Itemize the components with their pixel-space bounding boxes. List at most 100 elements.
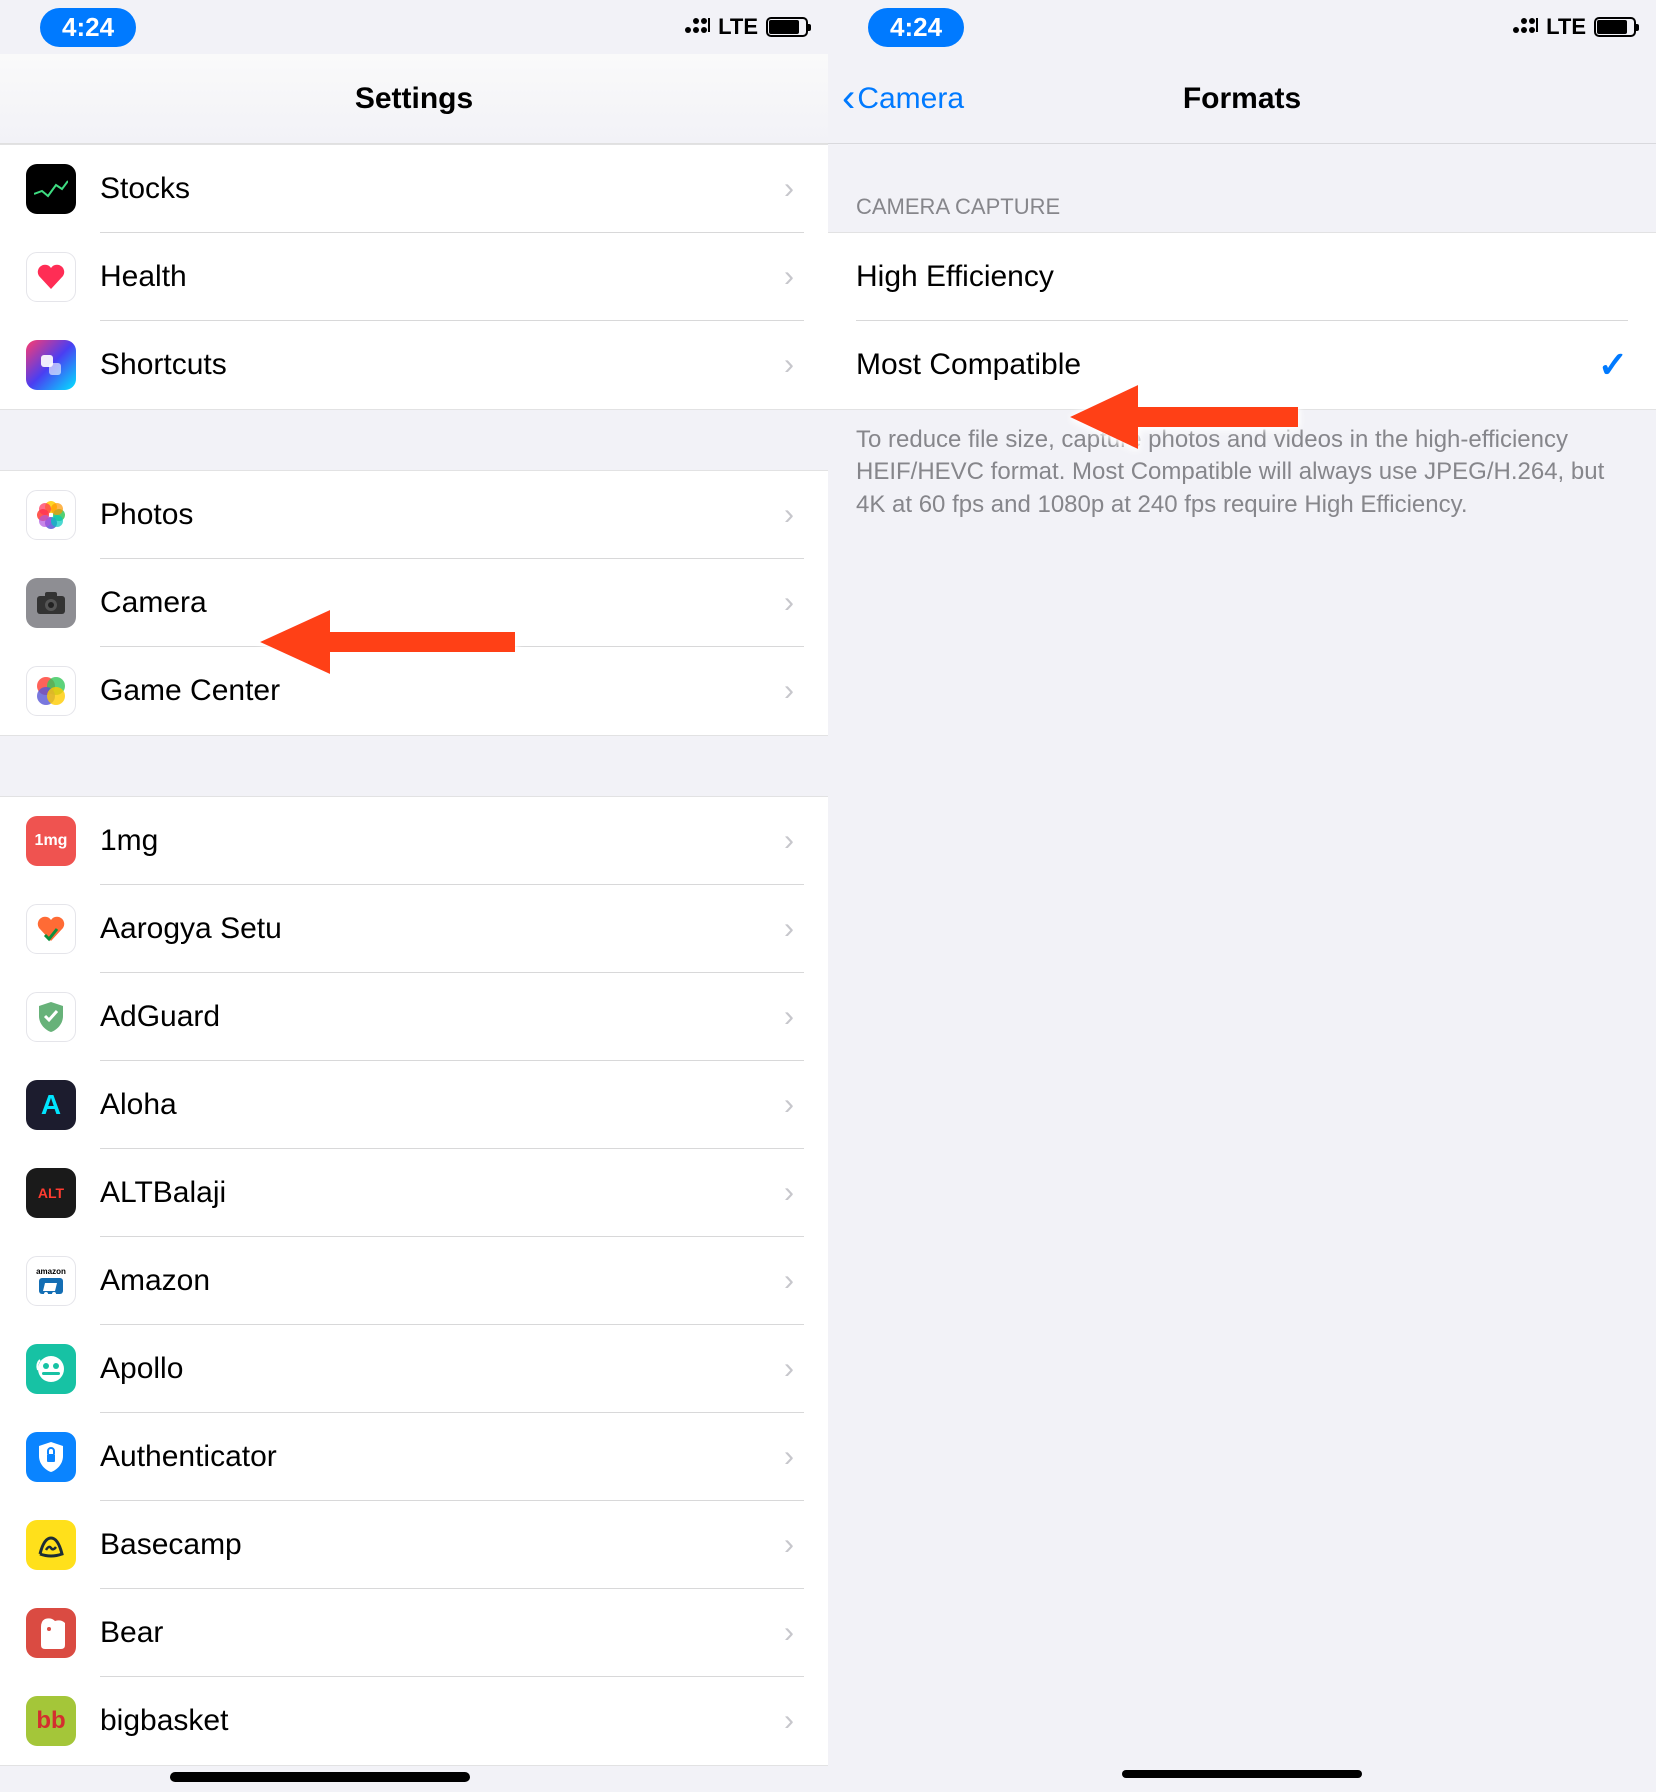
section-header-camera-capture: CAMERA CAPTURE: [828, 144, 1656, 232]
row-label: AdGuard: [100, 1000, 784, 1034]
settings-group-media: Photos › Camera › Gam: [0, 470, 828, 736]
chevron-right-icon: ›: [784, 498, 794, 532]
settings-row-health[interactable]: Health ›: [0, 233, 828, 321]
row-label: 1mg: [100, 824, 784, 858]
app-icon-apollo: [26, 1344, 76, 1394]
home-indicator[interactable]: [1122, 1770, 1362, 1778]
settings-row-altbalaji[interactable]: ALT ALTBalaji ›: [0, 1149, 828, 1237]
status-bar: 4:24 LTE: [828, 0, 1656, 54]
home-indicator: [170, 1772, 470, 1782]
signal-icon: [684, 14, 710, 40]
status-time: 4:24: [868, 8, 964, 47]
nav-bar: ‹ Camera Formats: [828, 54, 1656, 144]
settings-row-1mg[interactable]: 1mg 1mg ›: [0, 797, 828, 885]
settings-row-bigbasket[interactable]: bb bigbasket ›: [0, 1677, 828, 1765]
app-icon-altbalaji: ALT: [26, 1168, 76, 1218]
app-icon-bear: [26, 1608, 76, 1658]
chevron-right-icon: ›: [784, 912, 794, 946]
back-label: Camera: [857, 82, 964, 116]
settings-row-stocks[interactable]: Stocks ›: [0, 145, 828, 233]
photos-icon: [26, 490, 76, 540]
app-icon-authenticator: [26, 1432, 76, 1482]
chevron-right-icon: ›: [784, 1088, 794, 1122]
chevron-right-icon: ›: [784, 1704, 794, 1738]
app-icon-basecamp: [26, 1520, 76, 1570]
status-bar: 4:24 LTE: [0, 0, 828, 54]
settings-row-authenticator[interactable]: Authenticator ›: [0, 1413, 828, 1501]
chevron-right-icon: ›: [784, 260, 794, 294]
chevron-right-icon: ›: [784, 824, 794, 858]
settings-row-apollo[interactable]: Apollo ›: [0, 1325, 828, 1413]
settings-row-camera[interactable]: Camera ›: [0, 559, 828, 647]
back-button[interactable]: ‹ Camera: [828, 76, 964, 121]
signal-icon: [1512, 14, 1538, 40]
app-icon-aloha: A: [26, 1080, 76, 1130]
row-label: Aarogya Setu: [100, 912, 784, 946]
chevron-left-icon: ‹: [842, 76, 855, 121]
svg-text:amazon: amazon: [36, 1267, 66, 1276]
chevron-right-icon: ›: [784, 1352, 794, 1386]
status-time: 4:24: [40, 8, 136, 47]
app-icon-bigbasket: bb: [26, 1696, 76, 1746]
nav-bar: Settings: [0, 54, 828, 144]
row-label: Aloha: [100, 1088, 784, 1122]
chevron-right-icon: ›: [784, 1616, 794, 1650]
check-icon: ✓: [1598, 344, 1628, 386]
chevron-right-icon: ›: [784, 1440, 794, 1474]
option-high-efficiency[interactable]: High Efficiency: [828, 233, 1656, 321]
row-label: bigbasket: [100, 1704, 784, 1738]
chevron-right-icon: ›: [784, 674, 794, 708]
row-label: ALTBalaji: [100, 1176, 784, 1210]
row-label: Stocks: [100, 172, 784, 206]
chevron-right-icon: ›: [784, 348, 794, 382]
settings-row-shortcuts[interactable]: Shortcuts ›: [0, 321, 828, 409]
chevron-right-icon: ›: [784, 586, 794, 620]
settings-row-amazon[interactable]: amazon Amazon ›: [0, 1237, 828, 1325]
stocks-icon: [26, 164, 76, 214]
row-label: Apollo: [100, 1352, 784, 1386]
carrier-label: LTE: [1546, 14, 1586, 40]
chevron-right-icon: ›: [784, 1000, 794, 1034]
status-indicators: LTE: [684, 14, 808, 40]
health-icon: [26, 252, 76, 302]
page-title: Settings: [0, 82, 828, 116]
row-label: Basecamp: [100, 1528, 784, 1562]
battery-icon: [766, 17, 808, 37]
camera-icon: [26, 578, 76, 628]
settings-row-adguard[interactable]: AdGuard ›: [0, 973, 828, 1061]
settings-row-basecamp[interactable]: Basecamp ›: [0, 1501, 828, 1589]
settings-row-aloha[interactable]: A Aloha ›: [0, 1061, 828, 1149]
game-center-icon: [26, 666, 76, 716]
row-label: Health: [100, 260, 784, 294]
row-label: Amazon: [100, 1264, 784, 1298]
chevron-right-icon: ›: [784, 172, 794, 206]
settings-group-system: Stocks › Health › Shortcuts ›: [0, 144, 828, 410]
settings-group-apps: 1mg 1mg › Aarogya Setu › AdGuard ›: [0, 796, 828, 1766]
option-label: Most Compatible: [856, 348, 1598, 382]
camera-capture-options: High Efficiency Most Compatible ✓: [828, 232, 1656, 410]
row-label: Bear: [100, 1616, 784, 1650]
chevron-right-icon: ›: [784, 1528, 794, 1562]
row-label: Camera: [100, 586, 784, 620]
settings-screen: 4:24 LTE Settings: [0, 0, 828, 1792]
row-label: Photos: [100, 498, 784, 532]
app-icon-1mg: 1mg: [26, 816, 76, 866]
settings-row-game-center[interactable]: Game Center ›: [0, 647, 828, 735]
row-label: Game Center: [100, 674, 784, 708]
app-icon-adguard: [26, 992, 76, 1042]
chevron-right-icon: ›: [784, 1176, 794, 1210]
settings-row-bear[interactable]: Bear ›: [0, 1589, 828, 1677]
settings-row-aarogya-setu[interactable]: Aarogya Setu ›: [0, 885, 828, 973]
chevron-right-icon: ›: [784, 1264, 794, 1298]
settings-row-photos[interactable]: Photos ›: [0, 471, 828, 559]
shortcuts-icon: [26, 340, 76, 390]
battery-icon: [1594, 17, 1636, 37]
option-most-compatible[interactable]: Most Compatible ✓: [828, 321, 1656, 409]
section-footer: To reduce file size, capture photos and …: [828, 410, 1656, 535]
carrier-label: LTE: [718, 14, 758, 40]
formats-screen: 4:24 LTE ‹ Camera Formats CAMERA CAPTURE: [828, 0, 1656, 1792]
row-label: Authenticator: [100, 1440, 784, 1474]
app-icon-amazon: amazon: [26, 1256, 76, 1306]
status-indicators: LTE: [1512, 14, 1636, 40]
option-label: High Efficiency: [856, 260, 1628, 294]
